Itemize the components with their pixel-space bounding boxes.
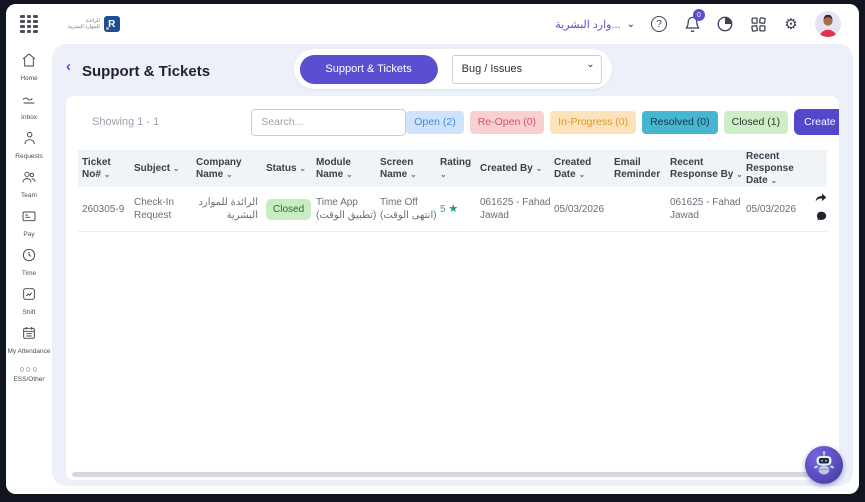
cell-created-by: 061625 - Fahad Jawad (480, 196, 552, 222)
table-row[interactable]: 260305-9 Check-In Request الرائدة للموار… (78, 187, 827, 232)
more-dots-icon: ○○○ (19, 364, 38, 374)
sort-icon: ⌄ (226, 169, 233, 181)
sidebar-item-ess-other[interactable]: ○○○ ESS/Other (6, 364, 52, 383)
support-tickets-tab-button[interactable]: Support & Tickets (299, 55, 437, 84)
notifications-bell-icon[interactable]: 0 (683, 15, 701, 33)
sort-icon: ⌄ (536, 163, 543, 175)
chevron-down-icon: ⌄ (627, 19, 635, 30)
theme-contrast-icon[interactable] (716, 15, 734, 33)
col-recent-response-by[interactable]: Recent Response By ⌄ (670, 157, 744, 181)
cell-status: Closed (266, 199, 314, 220)
person-request-icon (21, 130, 37, 151)
sidebar-item-team[interactable]: Team (6, 169, 52, 199)
sidebar-item-time[interactable]: Time (6, 247, 52, 277)
sidebar: Home Inbox Requests Team Pay Time Shift (6, 44, 52, 494)
org-switcher[interactable]: ...وارد البشرية ⌄ (555, 18, 635, 31)
waffle-menu-icon[interactable] (20, 15, 38, 33)
logo-text: الرائدة للموارد البشرية (68, 18, 100, 30)
back-button[interactable]: ‹ (66, 58, 71, 75)
cell-company-name: الرائدة للموارد البشرية (196, 196, 264, 222)
sort-icon: ⌄ (346, 169, 353, 181)
tickets-toolbar: Showing 1 - 1 Open (2) Re-Open (0) In-Pr… (80, 108, 827, 136)
filter-reopen[interactable]: Re-Open (0) (470, 111, 544, 134)
apps-grid-icon[interactable] (749, 15, 767, 33)
col-recent-response-date[interactable]: Recent Response Date ⌄ (746, 151, 808, 187)
view-switcher: Support & Tickets Bug / Issues ⌄ (293, 49, 611, 89)
sidebar-item-pay[interactable]: Pay (6, 208, 52, 238)
chatbot-button[interactable] (805, 446, 843, 484)
col-subject[interactable]: Subject ⌄ (134, 163, 194, 175)
help-icon[interactable]: ? (650, 15, 668, 33)
cell-subject: Check-In Request (134, 196, 194, 222)
horizontal-scrollbar[interactable] (72, 472, 817, 477)
forward-share-icon[interactable] (815, 193, 827, 208)
filter-closed[interactable]: Closed (1) (724, 111, 788, 134)
sort-icon: ⌄ (440, 169, 447, 181)
col-company-name[interactable]: Company Name ⌄ (196, 157, 264, 181)
col-email-reminder: Email Reminder (614, 157, 668, 181)
col-created-date[interactable]: Created Date ⌄ (554, 157, 612, 181)
home-icon (21, 52, 37, 73)
sort-icon: ⌄ (410, 169, 417, 181)
main-panel: ‹ Support & Tickets Support & Tickets Bu… (52, 44, 853, 486)
cell-recent-response-by: 061625 - Fahad Jawad (670, 196, 744, 222)
notification-count-badge: 0 (693, 9, 705, 21)
filter-in-progress[interactable]: In-Progress (0) (550, 111, 636, 134)
sort-icon: ⌄ (736, 169, 743, 181)
sidebar-item-home[interactable]: Home (6, 52, 52, 82)
company-logo: الرائدة للموارد البشرية R (68, 16, 120, 32)
cell-module-name: Time App(تطبيق الوقت) (316, 196, 378, 222)
sort-icon: ⌄ (173, 163, 180, 175)
page-title: Support & Tickets (82, 63, 210, 80)
status-badge: Closed (266, 199, 311, 220)
sort-icon: ⌄ (104, 169, 111, 181)
tickets-card: Showing 1 - 1 Open (2) Re-Open (0) In-Pr… (66, 96, 839, 480)
cell-recent-response-date: 05/03/2026 (746, 203, 808, 216)
filter-open[interactable]: Open (2) (406, 111, 463, 134)
shift-chart-icon (21, 286, 37, 307)
sidebar-item-shift[interactable]: Shift (6, 286, 52, 316)
clock-icon (21, 247, 37, 268)
col-screen-name[interactable]: Screen Name ⌄ (380, 157, 438, 181)
app-window: الرائدة للموارد البشرية R ...وارد البشري… (6, 4, 859, 494)
pay-card-icon (21, 208, 37, 229)
search-input[interactable] (251, 109, 406, 136)
star-icon: ★ (448, 203, 458, 215)
settings-gear-icon[interactable]: ⚙ (782, 15, 800, 33)
cell-screen-name: Time Off(انتهى الوقت) (380, 196, 438, 222)
create-new-button[interactable]: Create a New (794, 109, 839, 135)
sidebar-item-inbox[interactable]: Inbox (6, 91, 52, 121)
topbar: الرائدة للموارد البشرية R ...وارد البشري… (6, 4, 859, 44)
logo-mark-icon: R (104, 16, 120, 32)
sidebar-item-my-attendance[interactable]: My Attendance (6, 325, 52, 355)
robot-icon (811, 450, 837, 481)
sidebar-item-requests[interactable]: Requests (6, 130, 52, 160)
user-avatar[interactable] (815, 11, 841, 37)
cell-ticket-no: 260305-9 (82, 203, 132, 216)
org-switcher-label: ...وارد البشرية (555, 18, 620, 31)
table-header: Ticket No# ⌄ Subject ⌄ Company Name ⌄ St… (78, 150, 827, 187)
cell-rating: 5 ★ (440, 203, 478, 216)
cell-created-date: 05/03/2026 (554, 203, 612, 216)
sort-icon: ⌄ (770, 175, 777, 187)
col-status[interactable]: Status ⌄ (266, 163, 314, 175)
showing-count: Showing 1 - 1 (92, 116, 159, 128)
team-icon (21, 169, 37, 190)
sort-icon: ⌄ (578, 169, 585, 181)
col-created-by[interactable]: Created By ⌄ (480, 163, 552, 175)
cell-actions (810, 193, 832, 226)
col-ticket-no[interactable]: Ticket No# ⌄ (82, 157, 132, 181)
filter-resolved[interactable]: Resolved (0) (642, 111, 718, 134)
col-rating[interactable]: Rating ⌄ (440, 157, 478, 181)
chat-comment-icon[interactable] (816, 211, 827, 226)
sort-icon: ⌄ (299, 163, 306, 175)
col-module-name[interactable]: Module Name ⌄ (316, 157, 378, 181)
category-select[interactable]: Bug / Issues (452, 55, 602, 84)
inbox-icon (21, 91, 37, 112)
calendar-icon (21, 325, 37, 346)
